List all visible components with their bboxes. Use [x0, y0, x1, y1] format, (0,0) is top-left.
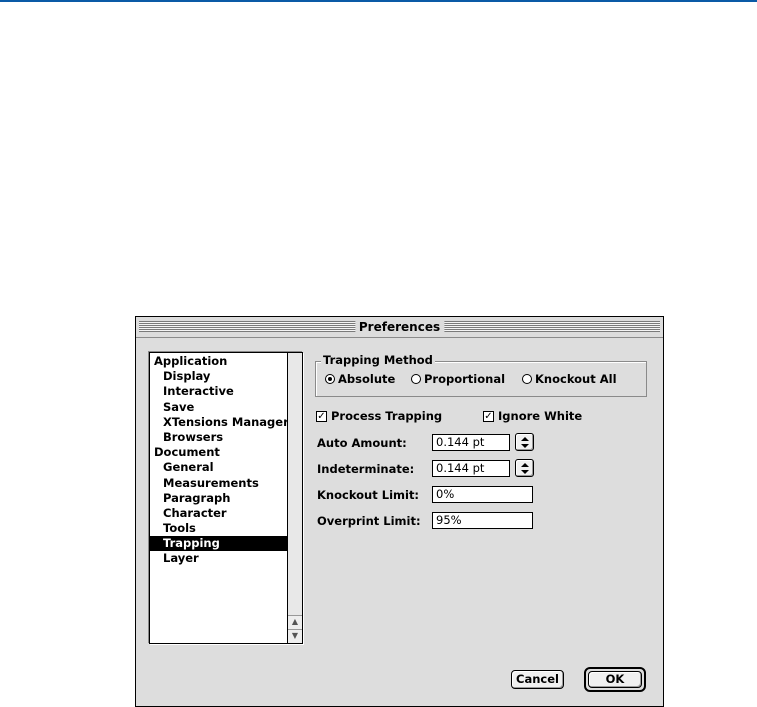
auto-amount-stepper[interactable] — [515, 433, 534, 451]
category-item-save[interactable]: Save — [150, 400, 288, 415]
category-item-application[interactable]: Application — [150, 354, 288, 369]
category-item-general[interactable]: General — [150, 460, 288, 475]
radio-proportional-label: Proportional — [424, 372, 506, 386]
process-trapping-checkbox[interactable]: ✓ Process Trapping — [316, 409, 442, 423]
ignore-white-checkbox[interactable]: ✓ Ignore White — [483, 409, 582, 423]
category-item-interactive[interactable]: Interactive — [150, 384, 288, 399]
overprint-limit-field[interactable]: 95% — [432, 512, 533, 529]
scroll-down-arrow-icon[interactable]: ▼ — [288, 629, 302, 643]
radio-button-icon[interactable] — [325, 374, 335, 384]
overprint-limit-label: Overprint Limit: — [317, 514, 421, 528]
radio-absolute-label: Absolute — [338, 372, 396, 386]
radio-knockout-all[interactable]: Knockout All — [522, 372, 617, 386]
preferences-window: Preferences Application Display Interactiv… — [135, 316, 664, 707]
radio-button-icon[interactable] — [522, 374, 532, 384]
indeterminate-field[interactable]: 0.144 pt — [432, 460, 510, 477]
scroll-up-arrow-icon[interactable]: ▲ — [288, 615, 302, 629]
ok-button[interactable]: OK — [588, 671, 642, 688]
category-item-browsers[interactable]: Browsers — [150, 430, 288, 445]
category-item-document[interactable]: Document — [150, 445, 288, 460]
category-item-trapping[interactable]: Trapping — [150, 536, 288, 552]
radio-absolute[interactable]: Absolute — [325, 372, 395, 386]
window-title: Preferences — [354, 319, 445, 335]
trapping-method-label: Trapping Method — [321, 353, 435, 368]
category-item-display[interactable]: Display — [150, 369, 288, 384]
list-scrollbar[interactable]: ▲ ▼ — [287, 353, 302, 643]
radio-button-icon[interactable] — [411, 374, 421, 384]
stepper-arrows-icon — [521, 437, 529, 448]
category-item-character[interactable]: Character — [150, 506, 288, 521]
radio-proportional[interactable]: Proportional — [411, 372, 505, 386]
category-item-paragraph[interactable]: Paragraph — [150, 491, 288, 506]
checkbox-check-icon[interactable]: ✓ — [316, 410, 327, 422]
category-item-layer[interactable]: Layer — [150, 551, 288, 566]
process-trapping-label: Process Trapping — [331, 409, 443, 423]
category-list[interactable]: Application Display Interactive Save XTensio… — [149, 352, 303, 644]
auto-amount-field[interactable]: 0.144 pt — [432, 434, 510, 451]
stepper-arrows-icon — [521, 463, 529, 474]
radio-knockout-all-label: Knockout All — [535, 372, 617, 386]
cancel-button[interactable]: Cancel — [511, 670, 564, 689]
indeterminate-stepper[interactable] — [515, 459, 534, 477]
category-item-tools[interactable]: Tools — [150, 521, 288, 536]
knockout-limit-field[interactable]: 0% — [432, 486, 533, 503]
category-item-xtensions-manager[interactable]: XTensions Manager — [150, 415, 289, 430]
category-list-items: Application Display Interactive Save XTensio… — [150, 354, 289, 567]
auto-amount-label: Auto Amount: — [317, 436, 407, 450]
category-item-measurements[interactable]: Measurements — [150, 476, 288, 491]
ignore-white-label: Ignore White — [498, 409, 583, 423]
indeterminate-label: Indeterminate: — [317, 462, 415, 476]
title-bar[interactable]: Preferences — [136, 317, 663, 338]
top-rule — [0, 0, 757, 2]
knockout-limit-label: Knockout Limit: — [317, 488, 420, 502]
checkbox-check-icon[interactable]: ✓ — [483, 410, 494, 422]
